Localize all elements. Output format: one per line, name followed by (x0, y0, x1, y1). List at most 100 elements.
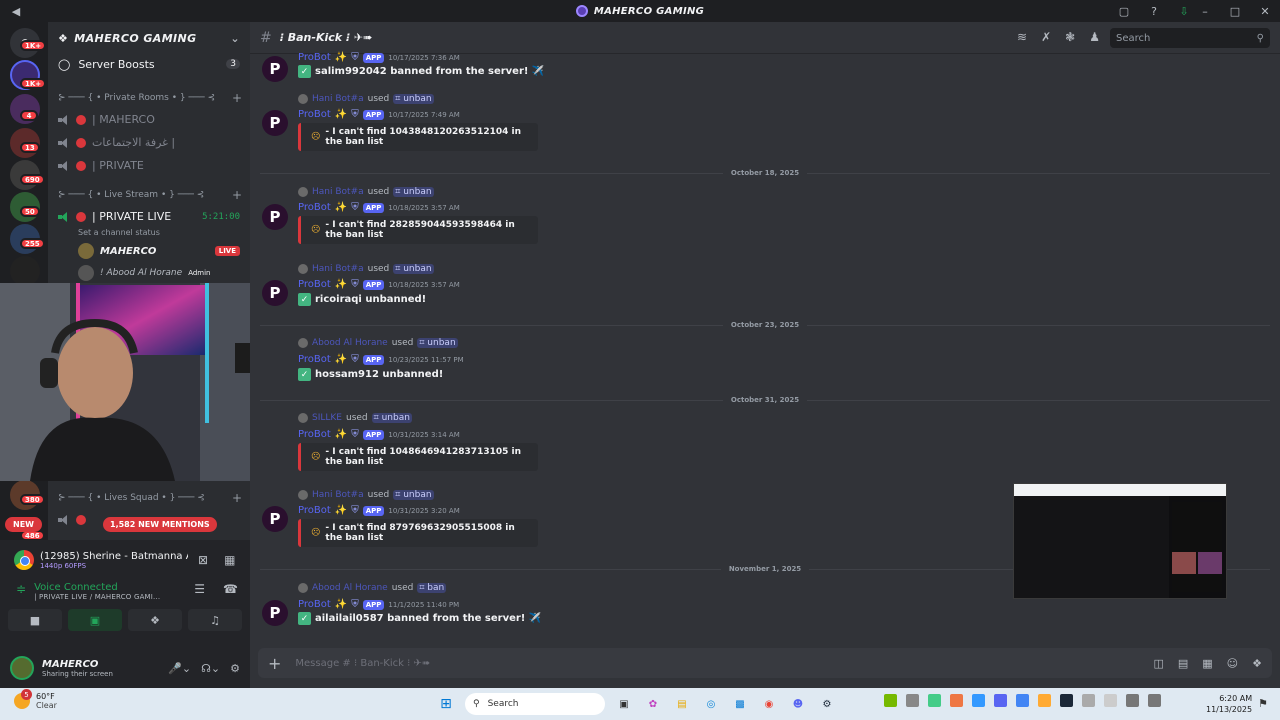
discord-tray-icon[interactable] (994, 694, 1007, 707)
attach-plus-icon[interactable]: + (268, 654, 281, 673)
bluetooth-icon[interactable] (972, 694, 985, 707)
command-reply[interactable]: Abood Al Horane used ⌗ unban (298, 338, 458, 348)
guild-header[interactable]: ❖ MAHERCO GAMING ⌄ (48, 22, 250, 54)
voice-channel[interactable]: غرفة الاجتماعات | (48, 131, 250, 154)
tray-icon[interactable] (950, 694, 963, 707)
embed: ☹ - I can't find 879769632905515008 in t… (298, 519, 538, 547)
clock[interactable]: 6:20 AM 11/13/2025 (1206, 693, 1252, 715)
stream-settings-icon[interactable]: ▦ (224, 553, 235, 567)
voice-user[interactable]: MAHERCO LIVE (48, 240, 250, 262)
category-private-rooms[interactable]: ⊱ ─── { • Private Rooms • } ─── ⊰ + (48, 88, 250, 108)
sticker-icon[interactable]: ▦ (1202, 657, 1212, 670)
add-channel-icon[interactable]: + (232, 491, 242, 505)
add-channel-icon[interactable]: + (232, 188, 242, 202)
weather-widget[interactable]: 5 60°F Clear (14, 689, 57, 710)
help-icon[interactable]: ? (1146, 3, 1162, 19)
steam-tray-icon[interactable] (1060, 694, 1073, 707)
picture-in-picture-window[interactable] (1013, 483, 1227, 599)
file-explorer-icon[interactable]: ▤ (672, 694, 692, 714)
stop-stream-icon[interactable]: ⊠ (198, 553, 208, 567)
probot-avatar[interactable]: P (262, 280, 288, 306)
command-reply[interactable]: Abood Al Horane used ⌗ ban (298, 583, 447, 593)
red-circle-icon (76, 514, 86, 525)
gear-icon[interactable]: ⚙ (230, 662, 240, 675)
command-reply[interactable]: Hani Bot#a used ⌗ unban (298, 94, 434, 104)
camera-off-icon[interactable]: ■ (8, 609, 62, 631)
maximize-icon[interactable]: □ (1220, 5, 1250, 18)
gif-icon[interactable]: ▤ (1178, 657, 1188, 670)
server-boosts[interactable]: ◯ Server Boosts 3 (48, 54, 250, 74)
network-icon[interactable] (1126, 694, 1139, 707)
steam-icon[interactable]: ⚙ (817, 694, 837, 714)
members-icon[interactable]: ♟ (1089, 30, 1100, 44)
avatar[interactable] (10, 656, 34, 680)
threads-icon[interactable]: ≋ (1017, 30, 1027, 44)
volume-icon[interactable] (1148, 694, 1161, 707)
probot-avatar[interactable]: P (262, 56, 288, 82)
command-reply[interactable]: Hani Bot#a used ⌗ unban (298, 264, 434, 274)
apps-icon[interactable]: ❖ (1252, 657, 1262, 670)
message-input[interactable]: Message # ⁝ Ban-Kick ⁝ ✈➠ (295, 658, 430, 669)
avatar (298, 187, 308, 197)
emoji-icon[interactable]: ☺ (1227, 657, 1238, 670)
store-icon[interactable]: ▩ (730, 694, 750, 714)
stream-preview[interactable]: (12985) Sherine - Batmanna A... 1440p 60… (0, 540, 250, 572)
command-reply[interactable]: Hani Bot#a used ⌗ unban (298, 490, 434, 500)
minimize-icon[interactable]: – (1190, 5, 1220, 18)
pin-icon[interactable]: ❃ (1065, 30, 1075, 44)
video-player (1014, 496, 1169, 598)
tray-icon[interactable] (1016, 694, 1029, 707)
voice-channel-private-live[interactable]: | PRIVATE LIVE 5:21:00 (48, 205, 250, 228)
screen-share-icon[interactable]: ▣ (68, 609, 122, 631)
message-text: ✓ ricoiraqi unbanned! (298, 293, 426, 306)
close-icon[interactable]: ✕ (1250, 5, 1280, 18)
headphones-icon[interactable]: ☊⌄ (201, 662, 220, 675)
channel-status[interactable]: Set a channel status (48, 228, 250, 240)
notification-bell-icon[interactable]: ⚑ (1258, 697, 1268, 710)
tray-icon[interactable] (906, 694, 919, 707)
chevron-down-icon[interactable]: ⌄ (230, 32, 240, 45)
inbox-icon[interactable]: ▢ (1116, 3, 1132, 19)
edge-icon[interactable]: ◎ (701, 694, 721, 714)
noise-suppression-icon[interactable]: ☰ (194, 582, 205, 596)
mute-icon[interactable]: ✗ (1041, 30, 1051, 44)
voice-channel[interactable]: | PRIVATE (48, 154, 250, 177)
category-lives-squad[interactable]: ⊱ ─── { • Lives Squad • } ─── ⊰ + (48, 488, 250, 508)
microphone-icon[interactable]: 🎤⌄ (168, 662, 191, 675)
new-mentions-pill[interactable]: 1,582 NEW MENTIONS (103, 517, 217, 532)
probot-avatar[interactable]: P (262, 204, 288, 230)
taskbar-search[interactable]: ⚲ Search (465, 693, 605, 715)
voice-channel-path[interactable]: | PRIVATE LIVE / MAHERCO GAMI... (34, 593, 160, 601)
server-icon[interactable] (10, 256, 40, 286)
windows-start-icon[interactable]: ⊞ (436, 694, 456, 714)
search-input[interactable]: Search ⚲ (1110, 28, 1270, 48)
disconnect-icon[interactable]: ☎ (223, 582, 238, 596)
task-view-icon[interactable]: ▣ (614, 694, 634, 714)
search-icon: ⚲ (473, 699, 480, 709)
probot-avatar[interactable]: P (262, 600, 288, 626)
back-icon[interactable]: ◀ (8, 3, 24, 19)
add-channel-icon[interactable]: + (232, 91, 242, 105)
command-reply[interactable]: SILLKE used ⌗ unban (298, 413, 412, 423)
soundboard-icon[interactable]: ♫ (188, 609, 242, 631)
copilot-icon[interactable]: ✿ (643, 694, 663, 714)
tray-icon[interactable] (928, 694, 941, 707)
category-live-stream[interactable]: ⊱ ─── { • Live Stream • } ─── ⊰ + (48, 185, 250, 205)
discord-icon[interactable]: ☻ (788, 694, 808, 714)
chrome-icon[interactable]: ◉ (759, 694, 779, 714)
microphone-icon[interactable] (1082, 694, 1095, 707)
tray-icon[interactable] (1038, 694, 1051, 707)
voice-channel[interactable]: | MAHERCO (48, 108, 250, 131)
stream-quality: 1440p 60FPS (40, 561, 87, 570)
voice-user[interactable]: ! Abood Al Horane Admin (48, 262, 250, 284)
probot-avatar[interactable]: P (262, 506, 288, 532)
language-icon[interactable] (1104, 694, 1117, 707)
bot-name[interactable]: ProBot (298, 52, 331, 63)
nvidia-icon[interactable] (884, 694, 897, 707)
voice-status[interactable]: Voice Connected (34, 582, 160, 593)
new-pill[interactable]: NEW (5, 517, 42, 532)
gift-icon[interactable]: ◫ (1153, 657, 1163, 670)
activities-icon[interactable]: ❖ (128, 609, 182, 631)
command-reply[interactable]: Hani Bot#a used ⌗ unban (298, 187, 434, 197)
probot-avatar[interactable]: P (262, 110, 288, 136)
